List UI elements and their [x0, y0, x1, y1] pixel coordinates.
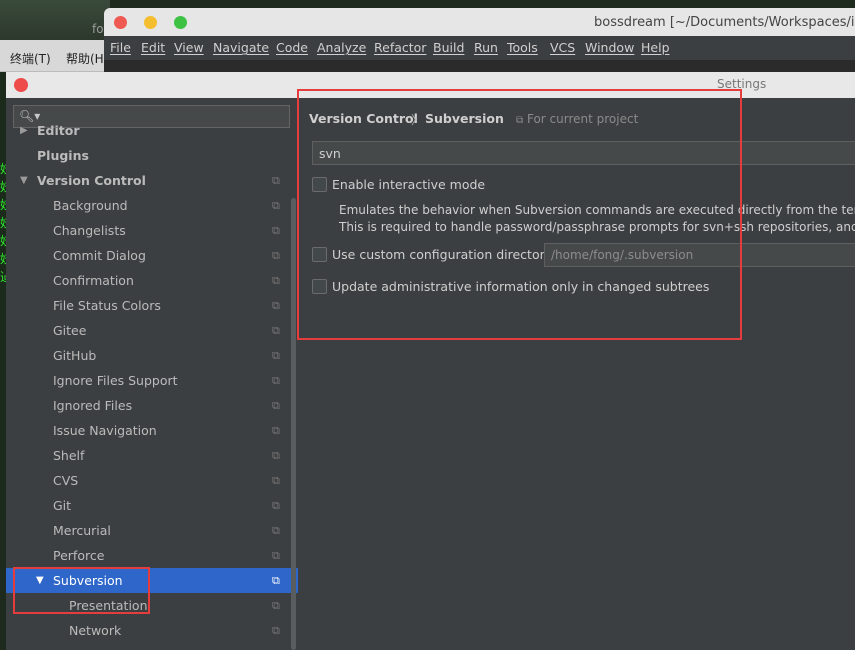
menu-edit[interactable]: Edit — [141, 40, 165, 55]
terminal-titlebar: fo — [0, 0, 110, 40]
sidebar-item-network[interactable]: Network ⧉ — [6, 618, 298, 643]
sidebar-item-file-status-colors[interactable]: File Status Colors ⧉ — [6, 293, 298, 318]
sidebar-item-editor[interactable]: ▶ Editor — [6, 118, 298, 143]
project-settings-icon: ⧉ — [272, 574, 280, 587]
project-settings-icon: ⧉ — [272, 474, 280, 487]
screen: fo 终端(T) 帮助(H 妓 妓 妓 妓 妓 妓 迠 bossdream [~… — [0, 0, 855, 650]
project-settings-icon: ⧉ — [272, 449, 280, 462]
sidebar-item-issue-navigation[interactable]: Issue Navigation ⧉ — [6, 418, 298, 443]
terminal-menu-terminal[interactable]: 终端(T) — [10, 50, 51, 67]
sidebar-scrollbar[interactable] — [291, 198, 296, 650]
sidebar-item-git[interactable]: Git ⧉ — [6, 493, 298, 518]
annotation-box-main — [297, 89, 742, 340]
sidebar-item-label: Git — [53, 498, 72, 513]
sidebar-item-label: GitHub — [53, 348, 97, 363]
sidebar-item-ignored-files[interactable]: Ignored Files ⧉ — [6, 393, 298, 418]
project-settings-icon: ⧉ — [272, 249, 280, 262]
annotation-box-subversion — [13, 567, 150, 614]
sidebar-item-github[interactable]: GitHub ⧉ — [6, 343, 298, 368]
project-settings-icon: ⧉ — [272, 399, 280, 412]
project-settings-icon: ⧉ — [272, 199, 280, 212]
sidebar-item-label: Mercurial — [53, 523, 111, 538]
project-settings-icon: ⧉ — [272, 624, 280, 637]
minimize-window-icon[interactable] — [144, 16, 157, 29]
menu-tools[interactable]: Tools — [507, 40, 538, 55]
sidebar-item-ignore-files-support[interactable]: Ignore Files Support ⧉ — [6, 368, 298, 393]
menu-help[interactable]: Help — [641, 40, 670, 55]
menu-analyze[interactable]: Analyze — [317, 40, 366, 55]
menu-navigate[interactable]: Navigate — [213, 40, 269, 55]
sidebar-item-label: Gitee — [53, 323, 87, 338]
sidebar-item-confirmation[interactable]: Confirmation ⧉ — [6, 268, 298, 293]
project-settings-icon: ⧉ — [272, 174, 280, 187]
sidebar-item-label: Background — [53, 198, 128, 213]
sidebar-item-label: Ignored Files — [53, 398, 133, 413]
sidebar-item-label: CVS — [53, 473, 79, 488]
sidebar-item-commit-dialog[interactable]: Commit Dialog ⧉ — [6, 243, 298, 268]
menu-refactor[interactable]: Refactor — [374, 40, 426, 55]
sidebar-item-label: Ignore Files Support — [53, 373, 178, 388]
ide-window: bossdream [~/Documents/Workspaces/idea/b… — [104, 8, 855, 78]
sidebar-item-label: Commit Dialog — [53, 248, 146, 263]
project-settings-icon: ⧉ — [272, 349, 280, 362]
project-settings-icon: ⧉ — [272, 499, 280, 512]
menu-vcs[interactable]: VCS — [550, 40, 575, 55]
sidebar-item-mercurial[interactable]: Mercurial ⧉ — [6, 518, 298, 543]
sidebar-item-gitee[interactable]: Gitee ⧉ — [6, 318, 298, 343]
project-settings-icon: ⧉ — [272, 424, 280, 437]
menu-window[interactable]: Window — [585, 40, 634, 55]
sidebar-item-shelf[interactable]: Shelf ⧉ — [6, 443, 298, 468]
sidebar-item-label: Plugins — [37, 148, 89, 163]
sidebar-item-label: Network — [69, 623, 122, 638]
close-dialog-icon[interactable] — [14, 78, 28, 92]
sidebar-item-label: Issue Navigation — [53, 423, 157, 438]
project-settings-icon: ⧉ — [272, 374, 280, 387]
project-settings-icon: ⧉ — [272, 549, 280, 562]
project-settings-icon: ⧉ — [272, 599, 280, 612]
collapse-arrow-icon[interactable]: ▼ — [20, 168, 28, 193]
menu-view[interactable]: View — [174, 40, 204, 55]
sidebar-item-label: Editor — [37, 123, 80, 138]
sidebar-item-version-control[interactable]: ▼ Version Control ⧉ — [6, 168, 298, 193]
project-settings-icon: ⧉ — [272, 524, 280, 537]
sidebar-item-label: Perforce — [53, 548, 105, 563]
sidebar-item-label: File Status Colors — [53, 298, 161, 313]
menu-code[interactable]: Code — [276, 40, 308, 55]
terminal-title: fo — [92, 22, 104, 36]
project-settings-icon: ⧉ — [272, 274, 280, 287]
close-window-icon[interactable] — [114, 16, 127, 29]
sidebar-item-changelists[interactable]: Changelists ⧉ — [6, 218, 298, 243]
ide-menubar: File Edit View Navigate Code Analyze Ref… — [104, 36, 855, 60]
menu-build[interactable]: Build — [433, 40, 464, 55]
expand-arrow-icon[interactable]: ▶ — [20, 118, 28, 143]
sidebar-item-plugins[interactable]: Plugins — [6, 143, 298, 168]
project-settings-icon: ⧉ — [272, 299, 280, 312]
ide-titlebar: bossdream [~/Documents/Workspaces/idea/b… — [104, 8, 855, 36]
sidebar-item-label: Shelf — [53, 448, 85, 463]
sidebar-item-label: Version Control — [37, 173, 146, 188]
ide-window-title: bossdream [~/Documents/Workspaces/idea/b… — [594, 15, 855, 30]
sidebar-item-label: Confirmation — [53, 273, 134, 288]
sidebar-item-background[interactable]: Background ⧉ — [6, 193, 298, 218]
sidebar-item-perforce[interactable]: Perforce ⧉ — [6, 543, 298, 568]
sidebar-item-cvs[interactable]: CVS ⧉ — [6, 468, 298, 493]
menu-run[interactable]: Run — [474, 40, 498, 55]
menu-file[interactable]: File — [110, 40, 131, 55]
terminal-menu-help[interactable]: 帮助(H — [66, 50, 104, 67]
sidebar-item-label: Changelists — [53, 223, 126, 238]
project-settings-icon: ⧉ — [272, 324, 280, 337]
project-settings-icon: ⧉ — [272, 224, 280, 237]
maximize-window-icon[interactable] — [174, 16, 187, 29]
terminal-menubar: 终端(T) 帮助(H — [0, 40, 110, 72]
